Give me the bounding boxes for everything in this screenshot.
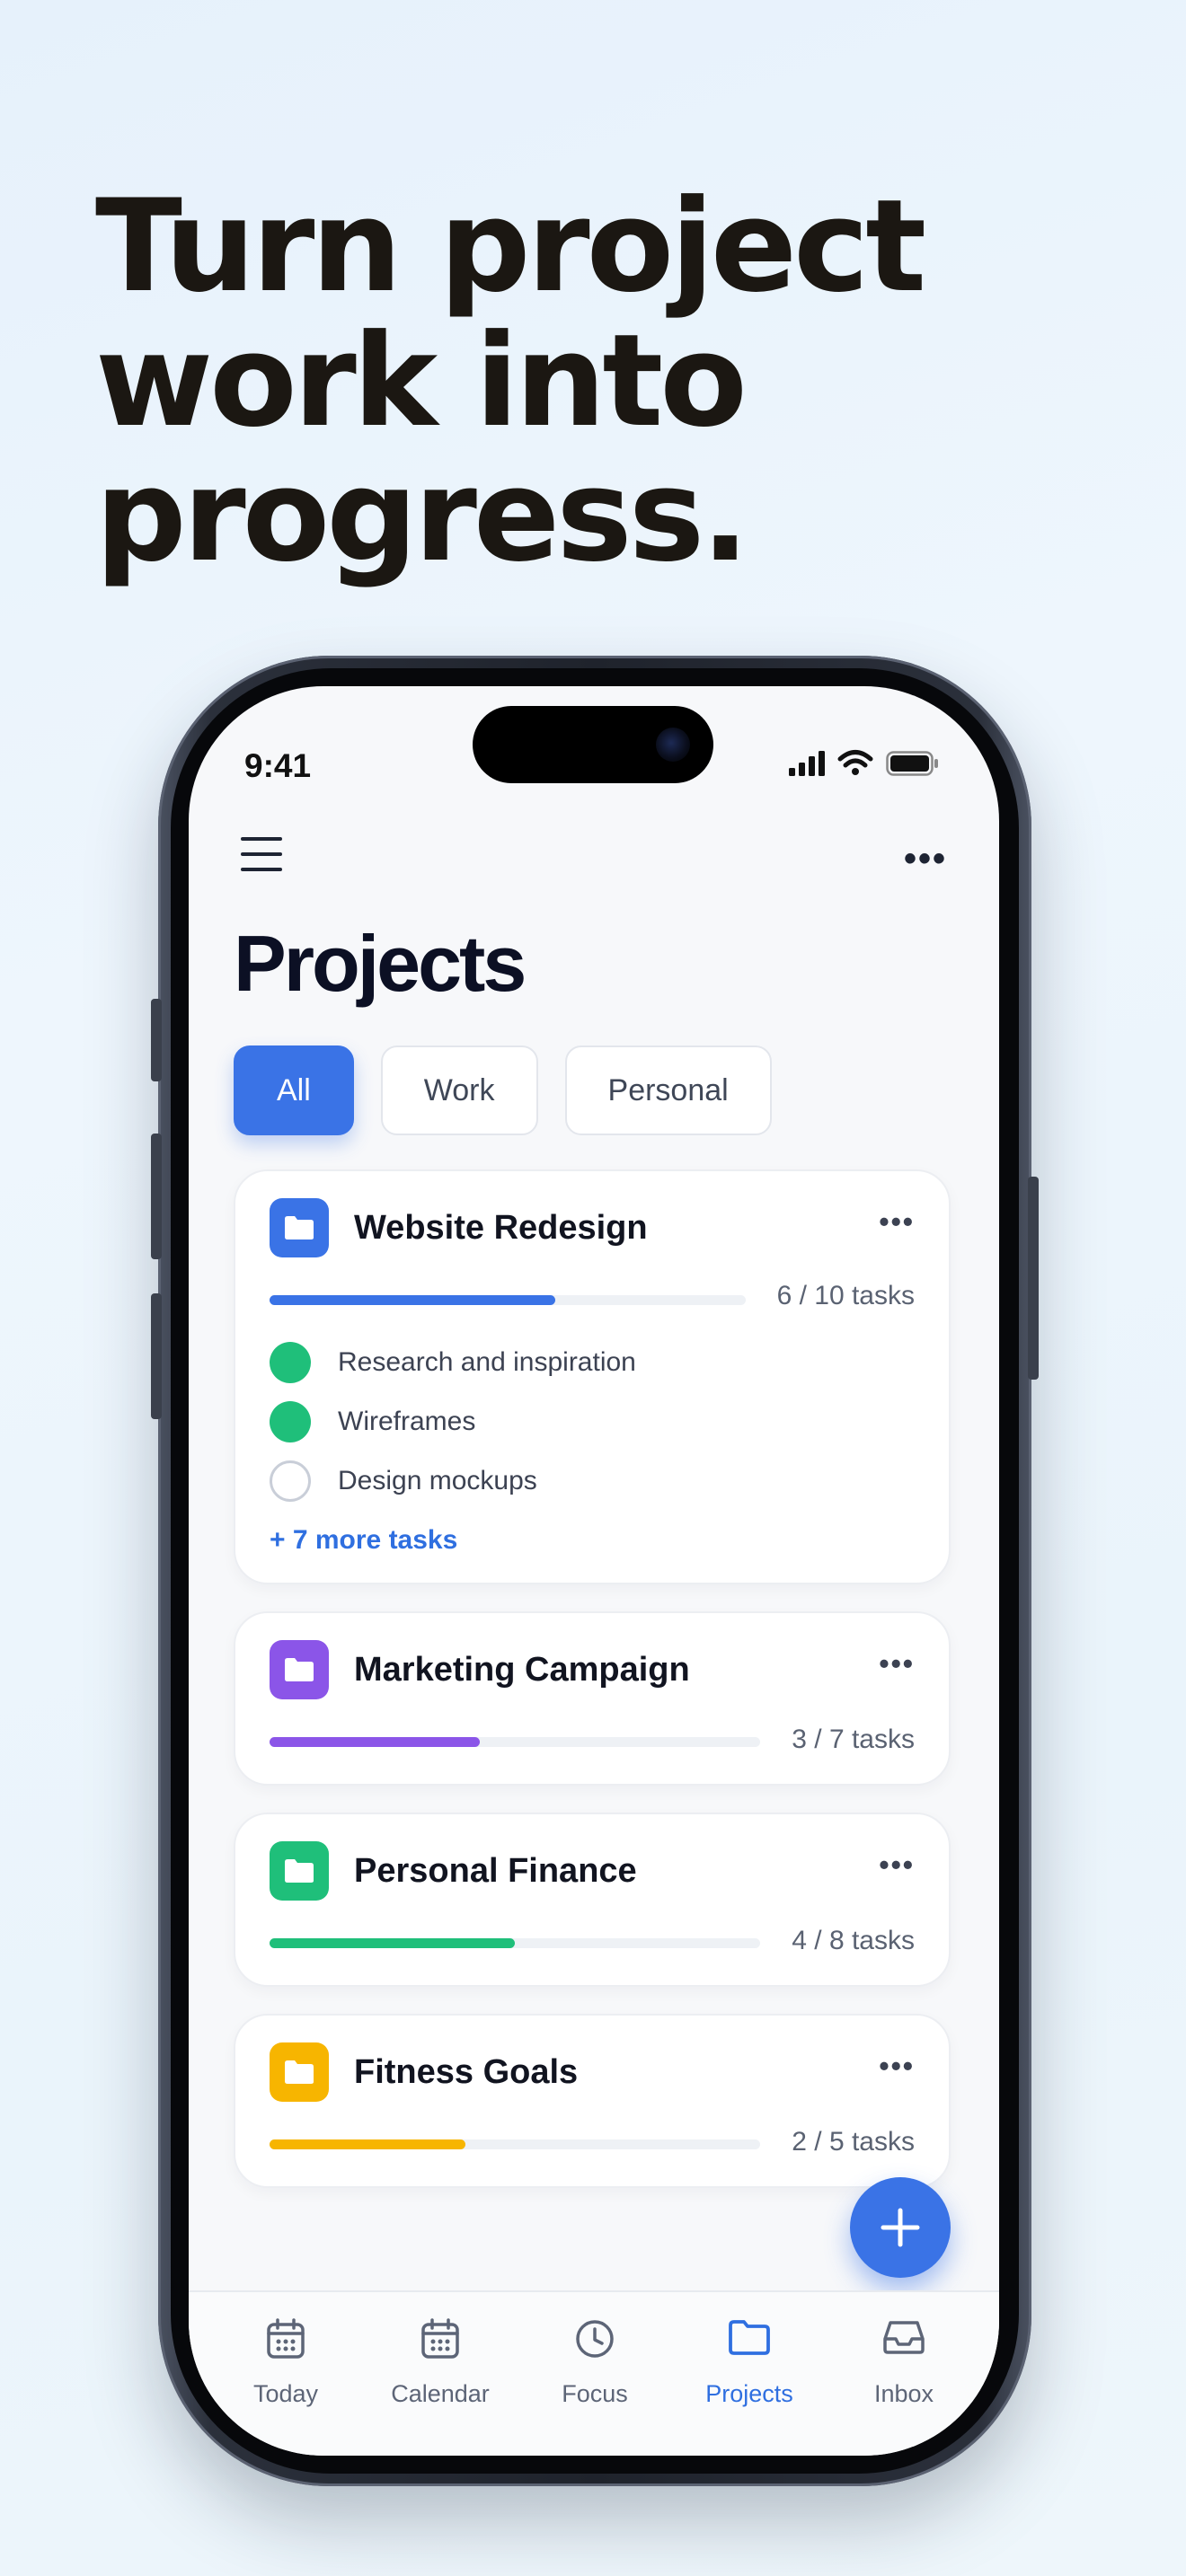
tab-projects[interactable]: Projects <box>677 2317 821 2408</box>
tab-calendar[interactable]: Calendar <box>368 2317 512 2408</box>
side-button-power <box>1028 1177 1039 1380</box>
side-button-volume-down <box>151 1293 162 1419</box>
task-count: 3 / 7 tasks <box>792 1725 915 1754</box>
project-title: Website Redesign <box>354 1209 648 1247</box>
filter-chip-all[interactable]: All <box>234 1045 354 1135</box>
project-more-icon[interactable]: ••• <box>879 2050 915 2083</box>
tab-label: Focus <box>562 2380 628 2407</box>
filter-chip-personal[interactable]: Personal <box>564 1045 772 1135</box>
task-item[interactable]: Wireframes <box>270 1401 475 1442</box>
task-label: Design mockups <box>338 1466 537 1495</box>
inbox-icon <box>883 2321 925 2354</box>
folder-icon <box>270 1841 329 1901</box>
tab-label: Calendar <box>391 2380 490 2407</box>
headline-line-3: progress. <box>95 442 749 590</box>
checkbox-checked-icon[interactable] <box>270 1401 311 1442</box>
task-count: 4 / 8 tasks <box>792 1926 915 1955</box>
calendar-icon <box>267 2318 305 2359</box>
wifi-icon <box>837 750 873 775</box>
status-time: 9:41 <box>244 747 312 784</box>
task-count: 2 / 5 tasks <box>792 2127 915 2157</box>
page-title: Projects <box>234 919 527 1008</box>
project-card[interactable]: Fitness Goals ••• 2 / 5 tasks <box>234 2014 951 2188</box>
tab-today[interactable]: Today <box>214 2317 358 2408</box>
task-label: Research and inspiration <box>338 1347 636 1377</box>
marketing-headline: Turn project work into progress. <box>95 180 1084 584</box>
checkbox-checked-icon[interactable] <box>270 1342 311 1383</box>
tab-label: Projects <box>705 2380 793 2407</box>
folder-icon <box>270 1198 329 1257</box>
headline-line-2: work into <box>95 307 748 455</box>
side-button-action <box>151 999 162 1081</box>
menu-icon[interactable] <box>241 837 282 875</box>
project-card[interactable]: Website Redesign ••• 6 / 10 tasks Resear… <box>234 1169 951 1584</box>
app-screen: 9:41 ••• Projects All Work Personal Webs… <box>189 686 999 2456</box>
project-card[interactable]: Personal Finance ••• 4 / 8 tasks <box>234 1813 951 1987</box>
signal-icon <box>789 751 825 776</box>
status-icons <box>789 749 940 776</box>
filter-chips: All Work Personal <box>234 1045 772 1135</box>
tab-inbox[interactable]: Inbox <box>832 2317 976 2408</box>
project-more-icon[interactable]: ••• <box>879 1205 915 1239</box>
folder-icon <box>270 2042 329 2102</box>
folder-icon <box>270 1640 329 1699</box>
more-options-icon[interactable]: ••• <box>904 839 947 879</box>
clock-icon <box>576 2320 614 2358</box>
camera-icon <box>656 728 690 762</box>
folder-icon <box>729 2320 770 2355</box>
task-label: Wireframes <box>338 1407 476 1436</box>
progress-bar <box>270 1295 746 1305</box>
dynamic-island <box>473 706 713 783</box>
headline-line-1: Turn project <box>95 172 926 321</box>
project-title: Fitness Goals <box>354 2053 579 2091</box>
project-title: Personal Finance <box>354 1852 637 1890</box>
task-count: 6 / 10 tasks <box>776 1281 915 1310</box>
tab-label: Inbox <box>873 2380 934 2407</box>
project-more-icon[interactable]: ••• <box>879 1647 915 1681</box>
progress-bar <box>270 2139 760 2149</box>
tab-label: Today <box>252 2380 319 2407</box>
plus-icon <box>881 2208 920 2247</box>
bottom-tab-bar: Today Calendar Focus Projects Inbox <box>189 2290 999 2456</box>
task-item[interactable]: Design mockups <box>270 1460 537 1502</box>
checkbox-empty-icon[interactable] <box>270 1460 311 1502</box>
add-project-button[interactable] <box>850 2177 951 2278</box>
project-title: Marketing Campaign <box>354 1651 690 1689</box>
project-more-icon[interactable]: ••• <box>879 1848 915 1882</box>
battery-icon <box>886 751 938 776</box>
project-card[interactable]: Marketing Campaign ••• 3 / 7 tasks <box>234 1611 951 1786</box>
filter-chip-work[interactable]: Work <box>380 1045 538 1135</box>
more-tasks-link[interactable]: + 7 more tasks <box>270 1525 457 1556</box>
progress-bar <box>270 1737 760 1747</box>
side-button-volume-up <box>151 1134 162 1259</box>
calendar-icon <box>421 2318 459 2359</box>
progress-bar <box>270 1938 760 1948</box>
tab-focus[interactable]: Focus <box>523 2317 667 2408</box>
task-item[interactable]: Research and inspiration <box>270 1342 636 1383</box>
